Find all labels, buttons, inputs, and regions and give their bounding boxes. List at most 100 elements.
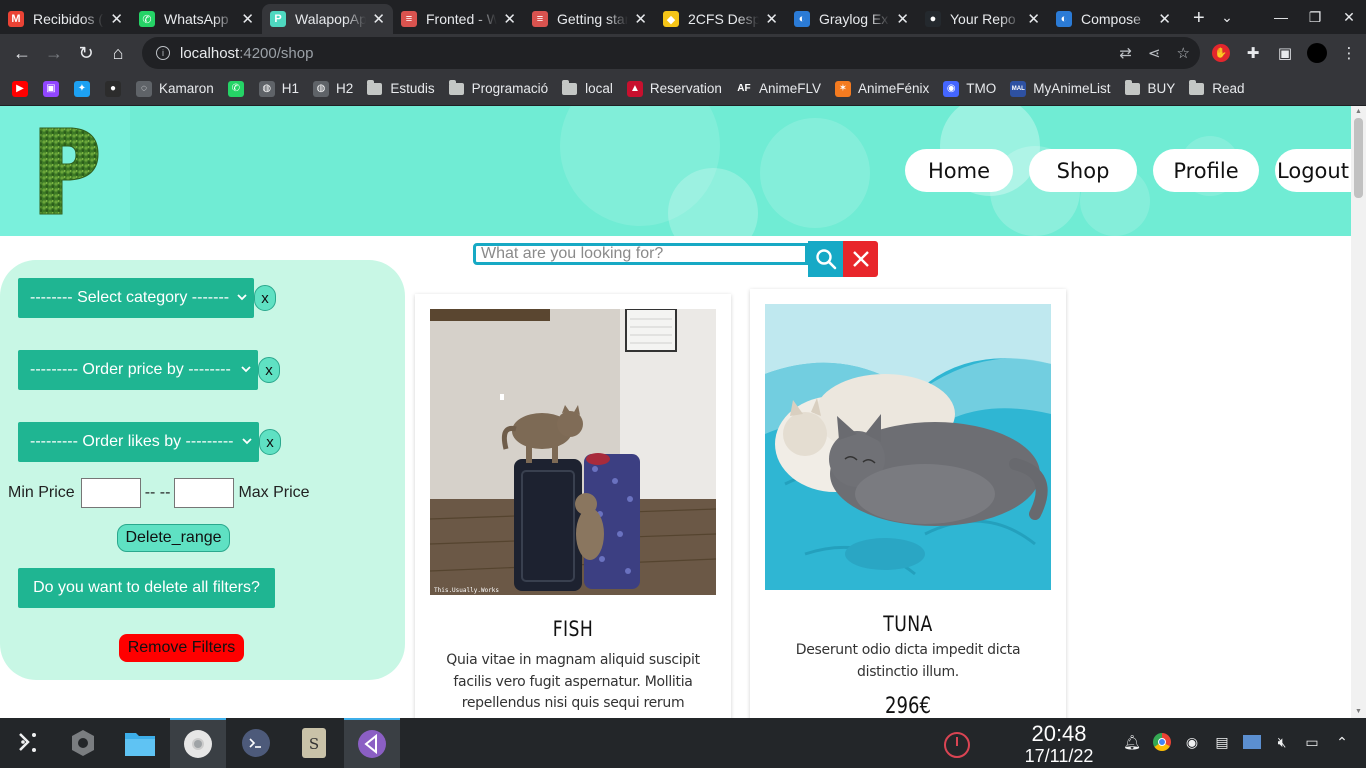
tab-close-icon[interactable]: ✕	[372, 10, 385, 28]
tab-close-icon[interactable]: ✕	[765, 10, 778, 28]
close-window-button[interactable]: ✕	[1332, 9, 1366, 26]
scroll-down-arrow[interactable]: ▼	[1351, 706, 1366, 718]
network-icon[interactable]: ▭	[1302, 732, 1322, 752]
notifications-icon[interactable]: 🔔︎	[1122, 732, 1142, 752]
volume-muted-icon[interactable]: 🔇︎	[1272, 732, 1292, 752]
bookmark-item[interactable]: ▶	[12, 80, 35, 97]
side-panel-icon[interactable]: ▣	[1274, 42, 1296, 64]
order-price-select[interactable]: --------- Order price by --------	[18, 350, 258, 390]
browser-tab[interactable]: ◐ Graylog Ex ✕	[786, 4, 917, 34]
tab-close-icon[interactable]: ✕	[110, 10, 123, 28]
category-select[interactable]: -------- Select category -------	[18, 278, 254, 318]
system-settings-app[interactable]	[55, 718, 111, 768]
display-icon[interactable]	[1242, 732, 1262, 752]
nav-shop-button[interactable]: Shop	[1029, 149, 1137, 192]
tab-close-icon[interactable]: ✕	[503, 10, 516, 28]
back-button[interactable]: ←	[6, 37, 38, 69]
clipboard-icon[interactable]: ▤	[1212, 732, 1232, 752]
bookmark-item[interactable]: ◍ H1	[258, 80, 299, 97]
tab-close-icon[interactable]: ✕	[634, 10, 647, 28]
bookmark-item[interactable]: ✆	[227, 80, 251, 97]
bookmark-item[interactable]: ✶ AnimeFénix	[834, 80, 929, 97]
clear-category-button[interactable]: x	[254, 285, 276, 311]
scroll-up-arrow[interactable]: ▲	[1351, 106, 1366, 118]
search-input[interactable]	[473, 243, 808, 265]
tab-close-icon[interactable]: ✕	[1027, 10, 1040, 28]
bookmark-item[interactable]: MAL MyAnimeList	[1010, 80, 1111, 97]
minimize-button[interactable]: —	[1264, 9, 1298, 25]
share-icon[interactable]: ⋖	[1148, 44, 1161, 62]
product-photo[interactable]	[765, 304, 1051, 590]
address-bar[interactable]: i localhost:4200/shop ⇄ ⋖ ☆	[142, 37, 1200, 69]
browser-menu-icon[interactable]: ⋮	[1338, 42, 1360, 64]
tab-search-icon[interactable]: ⌄	[1210, 9, 1244, 26]
page-scrollbar[interactable]: ▲ ▼	[1351, 106, 1366, 718]
tab-close-icon[interactable]: ✕	[896, 10, 909, 28]
delete-range-button[interactable]: Delete_range	[117, 524, 230, 552]
chrome-app[interactable]	[170, 718, 226, 768]
bookmark-item[interactable]: ▣	[43, 80, 66, 97]
browser-tab[interactable]: ◐ Compose ✕	[1048, 4, 1179, 34]
max-price-input[interactable]	[174, 478, 235, 508]
site-info-icon[interactable]: i	[156, 46, 170, 60]
chrome-tray-icon[interactable]	[1152, 732, 1172, 752]
bookmark-item[interactable]: ◉ TMO	[943, 80, 996, 97]
sublime-app[interactable]: S	[286, 718, 342, 768]
terminal-app[interactable]	[228, 718, 284, 768]
forward-button[interactable]: →	[38, 37, 70, 69]
product-card[interactable]: TUNA Deserunt odio dicta impedit dicta d…	[750, 289, 1066, 718]
vscode-app[interactable]	[344, 718, 400, 768]
tray-expand-icon[interactable]: ⌃	[1332, 732, 1352, 752]
order-likes-select[interactable]: --------- Order likes by ---------	[18, 422, 259, 462]
browser-tab[interactable]: M Recibidos (✕	[0, 4, 131, 34]
maximize-button[interactable]: ❐	[1298, 9, 1332, 26]
scrollbar-thumb[interactable]	[1354, 118, 1363, 198]
bookmark-folder[interactable]: Programació	[448, 79, 548, 96]
power-icon[interactable]	[940, 728, 974, 767]
bookmark-folder[interactable]: BUY	[1124, 79, 1175, 96]
bookmark-folder[interactable]: local	[562, 79, 613, 96]
app-launcher-button[interactable]	[0, 718, 56, 768]
bookmark-folder[interactable]: Read	[1189, 79, 1245, 96]
bookmark-item[interactable]: AF AnimeFLV	[735, 80, 821, 97]
min-price-input[interactable]	[80, 478, 141, 508]
browser-tab[interactable]: ● Your Repo ✕	[917, 4, 1048, 34]
product-card[interactable]: This.Usually.Works FISH Quia vitae in ma…	[415, 294, 731, 718]
bookmark-item[interactable]: ◍ H2	[313, 80, 353, 97]
profile-avatar[interactable]	[1306, 42, 1328, 64]
browser-tab[interactable]: P WalapopApp ✕	[262, 4, 393, 34]
whatsapp-icon: ✆	[227, 80, 244, 97]
bookmark-item[interactable]: ●	[105, 80, 128, 97]
bookmark-star-icon[interactable]: ☆	[1177, 44, 1190, 62]
bookmark-item[interactable]: ✦	[74, 80, 97, 97]
site-logo[interactable]	[36, 122, 100, 220]
tab-close-icon[interactable]: ✕	[1158, 10, 1171, 28]
new-tab-button[interactable]: +	[1193, 7, 1205, 30]
clear-order-likes-button[interactable]: x	[259, 429, 281, 455]
clear-search-button[interactable]	[843, 241, 878, 277]
nav-profile-button[interactable]: Profile	[1153, 149, 1259, 192]
delete-all-filters-button[interactable]: Do you want to delete all filters?	[18, 568, 275, 608]
browser-tab[interactable]: ≡ Fronted - W ✕	[393, 4, 524, 34]
file-manager-app[interactable]	[112, 718, 168, 768]
tab-close-icon[interactable]: ✕	[241, 10, 254, 28]
product-photo[interactable]: This.Usually.Works	[430, 309, 716, 595]
search-button[interactable]	[808, 241, 843, 277]
bookmark-folder[interactable]: Estudis	[367, 79, 435, 96]
extensions-puzzle-icon[interactable]: ✚	[1242, 42, 1264, 64]
browser-tab[interactable]: ✆ WhatsApp ✕	[131, 4, 262, 34]
bookmark-item[interactable]: ◌ Kamaron	[136, 80, 214, 97]
remove-filters-button[interactable]: Remove Filters	[119, 634, 244, 662]
clock[interactable]: 20:48 17/11/22	[1012, 722, 1106, 767]
nav-home-button[interactable]: Home	[905, 149, 1013, 192]
ad-block-extension-icon[interactable]: ✋	[1210, 42, 1232, 64]
browser-tab[interactable]: ◆ 2CFS Despl ✕	[655, 4, 786, 34]
bookmark-item[interactable]: ▲ Reservation	[626, 80, 722, 97]
home-button[interactable]: ⌂	[102, 37, 134, 69]
vpn-icon[interactable]: ◉	[1182, 732, 1202, 752]
clear-order-price-button[interactable]: x	[258, 357, 280, 383]
translate-icon[interactable]: ⇄	[1119, 44, 1132, 62]
browser-tab[interactable]: ≡ Getting star ✕	[524, 4, 655, 34]
nav-logout-button[interactable]: Logout	[1275, 149, 1351, 192]
reload-button[interactable]: ↻	[70, 37, 102, 69]
